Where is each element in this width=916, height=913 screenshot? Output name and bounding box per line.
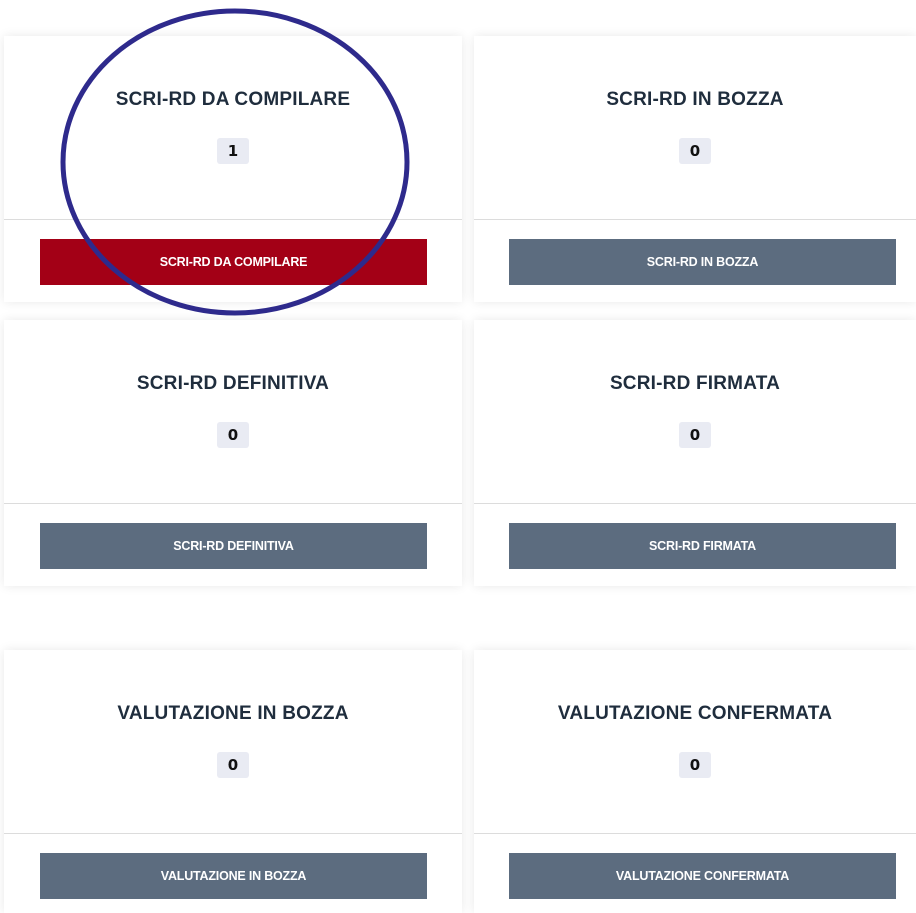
divider bbox=[474, 503, 916, 504]
scri-rd-da-compilare-button[interactable]: SCRI-RD DA COMPILARE bbox=[40, 239, 427, 285]
scri-rd-firmata-button[interactable]: SCRI-RD FIRMATA bbox=[509, 523, 896, 569]
card-title: SCRI-RD IN BOZZA bbox=[606, 89, 784, 110]
count-badge: 0 bbox=[679, 138, 711, 164]
valutazione-in-bozza-button[interactable]: VALUTAZIONE IN BOZZA bbox=[40, 853, 427, 899]
divider bbox=[474, 219, 916, 220]
divider bbox=[474, 833, 916, 834]
card-title: VALUTAZIONE IN BOZZA bbox=[117, 703, 349, 724]
scri-rd-in-bozza-button[interactable]: SCRI-RD IN BOZZA bbox=[509, 239, 896, 285]
divider bbox=[4, 503, 462, 504]
card-title: SCRI-RD DA COMPILARE bbox=[115, 89, 351, 110]
card-title: SCRI-RD FIRMATA bbox=[609, 373, 781, 394]
card-scri-rd-firmata: SCRI-RD FIRMATA 0 SCRI-RD FIRMATA bbox=[474, 320, 916, 586]
valutazione-confermata-button[interactable]: VALUTAZIONE CONFERMATA bbox=[509, 853, 896, 899]
scri-rd-definitiva-button[interactable]: SCRI-RD DEFINITIVA bbox=[40, 523, 427, 569]
card-scri-rd-definitiva: SCRI-RD DEFINITIVA 0 SCRI-RD DEFINITIVA bbox=[4, 320, 462, 586]
count-badge: 0 bbox=[679, 752, 711, 778]
count-badge: 0 bbox=[679, 422, 711, 448]
card-scri-rd-da-compilare: SCRI-RD DA COMPILARE 1 SCRI-RD DA COMPIL… bbox=[4, 36, 462, 302]
card-title: VALUTAZIONE CONFERMATA bbox=[557, 703, 833, 724]
divider bbox=[4, 833, 462, 834]
card-scri-rd-in-bozza: SCRI-RD IN BOZZA 0 SCRI-RD IN BOZZA bbox=[474, 36, 916, 302]
card-title: SCRI-RD DEFINITIVA bbox=[136, 373, 330, 394]
divider bbox=[4, 219, 462, 220]
card-valutazione-confermata: VALUTAZIONE CONFERMATA 0 VALUTAZIONE CON… bbox=[474, 650, 916, 913]
count-badge: 0 bbox=[217, 422, 249, 448]
card-valutazione-in-bozza: VALUTAZIONE IN BOZZA 0 VALUTAZIONE IN BO… bbox=[4, 650, 462, 913]
count-badge: 0 bbox=[217, 752, 249, 778]
count-badge: 1 bbox=[217, 138, 249, 164]
